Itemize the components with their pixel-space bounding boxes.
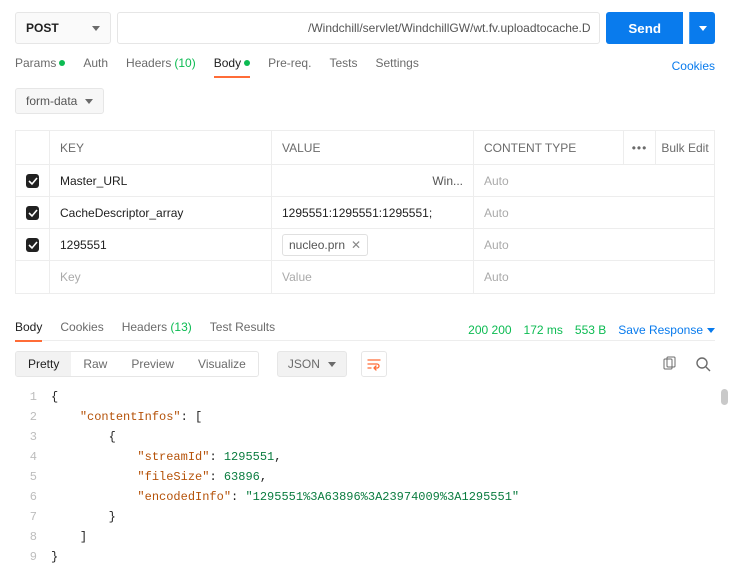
search-button[interactable] bbox=[691, 352, 715, 376]
tab-body[interactable]: Body bbox=[214, 56, 250, 78]
body-type-label: form-data bbox=[26, 94, 77, 108]
bulk-edit-link[interactable]: Bulk Edit bbox=[656, 141, 714, 155]
tab-headers[interactable]: Headers (10) bbox=[126, 56, 196, 76]
table-row[interactable]: Master_URL Win... Auto bbox=[16, 165, 714, 197]
http-method-label: POST bbox=[26, 21, 59, 35]
view-visualize[interactable]: Visualize bbox=[186, 352, 258, 376]
content-type-cell[interactable]: Auto bbox=[474, 197, 714, 228]
wrap-icon bbox=[367, 357, 381, 371]
save-response-link[interactable]: Save Response bbox=[618, 323, 715, 337]
copy-button[interactable] bbox=[657, 352, 681, 376]
key-cell[interactable]: Master_URL bbox=[50, 165, 272, 196]
resp-tab-body[interactable]: Body bbox=[15, 320, 42, 342]
row-checkbox[interactable] bbox=[26, 174, 39, 188]
value-cell[interactable]: Win... bbox=[272, 165, 474, 196]
chevron-down-icon bbox=[85, 99, 93, 104]
chevron-down-icon bbox=[92, 26, 100, 31]
key-cell[interactable]: Key bbox=[50, 261, 272, 293]
chevron-down-icon bbox=[328, 362, 336, 367]
response-body[interactable]: 1{ 2 "contentInfos": [ 3 { 4 "streamId":… bbox=[0, 387, 730, 577]
resp-tab-cookies[interactable]: Cookies bbox=[60, 320, 103, 340]
http-method-selector[interactable]: POST bbox=[15, 12, 111, 44]
value-cell[interactable]: nucleo.prn✕ bbox=[272, 229, 474, 260]
col-check bbox=[16, 131, 50, 164]
file-chip[interactable]: nucleo.prn✕ bbox=[282, 234, 368, 256]
url-input[interactable]: /Windchill/servlet/WindchillGW/wt.fv.upl… bbox=[117, 12, 600, 44]
col-key: KEY bbox=[50, 131, 272, 164]
view-mode-segment: Pretty Raw Preview Visualize bbox=[15, 351, 259, 377]
row-checkbox[interactable] bbox=[26, 238, 39, 252]
status-dot-icon bbox=[244, 60, 250, 66]
tab-tests[interactable]: Tests bbox=[329, 56, 357, 76]
table-row-new[interactable]: Key Value Auto bbox=[16, 261, 714, 293]
table-row[interactable]: CacheDescriptor_array 1295551:1295551:12… bbox=[16, 197, 714, 229]
status-dot-icon bbox=[59, 60, 65, 66]
status-code: 200 200 bbox=[468, 323, 511, 337]
view-pretty[interactable]: Pretty bbox=[16, 352, 71, 376]
wrap-line-button[interactable] bbox=[361, 351, 387, 377]
cookies-link[interactable]: Cookies bbox=[672, 59, 715, 73]
format-label: JSON bbox=[288, 357, 320, 371]
content-type-cell[interactable]: Auto bbox=[474, 229, 714, 260]
tab-prereq[interactable]: Pre-req. bbox=[268, 56, 311, 76]
value-cell[interactable]: Value bbox=[272, 261, 474, 293]
key-cell[interactable]: CacheDescriptor_array bbox=[50, 197, 272, 228]
more-columns-button[interactable]: ••• bbox=[624, 131, 656, 164]
formdata-table: KEY VALUE CONTENT TYPE ••• Bulk Edit Mas… bbox=[15, 130, 715, 294]
tab-params[interactable]: Params bbox=[15, 56, 65, 76]
key-cell[interactable]: 1295551 bbox=[50, 229, 272, 260]
copy-icon bbox=[661, 356, 677, 372]
send-dropdown-button[interactable] bbox=[689, 12, 715, 44]
view-raw[interactable]: Raw bbox=[71, 352, 119, 376]
remove-file-icon[interactable]: ✕ bbox=[351, 238, 361, 252]
response-size: 553 B bbox=[575, 323, 606, 337]
response-time: 172 ms bbox=[524, 323, 563, 337]
col-value: VALUE bbox=[272, 131, 474, 164]
resp-tab-tests[interactable]: Test Results bbox=[210, 320, 275, 340]
scrollbar[interactable] bbox=[721, 389, 728, 405]
search-icon bbox=[695, 356, 711, 372]
content-type-cell[interactable]: Auto bbox=[474, 261, 714, 293]
view-preview[interactable]: Preview bbox=[119, 352, 186, 376]
tab-auth[interactable]: Auth bbox=[83, 56, 108, 76]
row-checkbox-empty bbox=[16, 261, 50, 293]
value-cell[interactable]: 1295551:1295551:1295551; bbox=[272, 197, 474, 228]
body-type-selector[interactable]: form-data bbox=[15, 88, 104, 114]
tab-settings[interactable]: Settings bbox=[375, 56, 418, 76]
chevron-down-icon bbox=[707, 328, 715, 333]
col-content-type: CONTENT TYPE bbox=[474, 141, 623, 155]
content-type-cell[interactable]: Auto bbox=[474, 165, 714, 196]
resp-tab-headers[interactable]: Headers (13) bbox=[122, 320, 192, 340]
chevron-down-icon bbox=[699, 26, 707, 31]
table-row[interactable]: 1295551 nucleo.prn✕ Auto bbox=[16, 229, 714, 261]
format-selector[interactable]: JSON bbox=[277, 351, 347, 377]
url-text: /Windchill/servlet/WindchillGW/wt.fv.upl… bbox=[308, 21, 591, 35]
row-checkbox[interactable] bbox=[26, 206, 39, 220]
send-button[interactable]: Send bbox=[606, 12, 683, 44]
